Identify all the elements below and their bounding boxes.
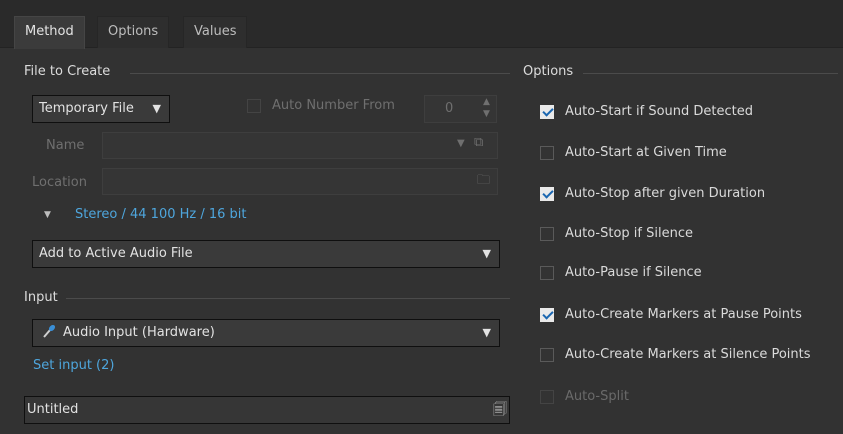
target-value: Add to Active Audio File (39, 246, 193, 261)
name-field[interactable]: ▼ ⧉ (102, 132, 498, 159)
name-dropdown-arrow-icon: ▼ (457, 138, 465, 149)
input-device-value: Audio Input (Hardware) (63, 325, 215, 340)
auto-number-checkbox[interactable] (247, 99, 261, 113)
auto-stop-silence-label: Auto-Stop if Silence (565, 226, 693, 241)
divider (130, 73, 510, 74)
name-label: Name (46, 138, 85, 153)
markers-pause-label: Auto-Create Markers at Pause Points (565, 307, 802, 322)
tab-options[interactable]: Options (97, 16, 170, 48)
auto-number-label: Auto Number From (272, 98, 395, 113)
dropdown-arrow-icon: ▼ (152, 102, 161, 115)
options-title: Options (523, 64, 574, 79)
microphone-icon (42, 320, 58, 352)
expand-arrow-icon[interactable]: ▼ (44, 210, 51, 220)
bottom-name-field[interactable]: Untitled 🗐 (24, 396, 510, 424)
dropdown-arrow-icon: ▼ (482, 326, 491, 339)
auto-start-sound-label: Auto-Start if Sound Detected (565, 104, 753, 119)
file-type-dropdown[interactable]: Temporary File ▼ (32, 95, 170, 123)
markers-silence-label: Auto-Create Markers at Silence Points (565, 347, 811, 362)
location-label: Location (32, 175, 87, 190)
tab-values[interactable]: Values (183, 16, 248, 48)
auto-start-sound-checkbox[interactable] (540, 105, 554, 119)
location-field[interactable]: 🗀 (102, 168, 498, 195)
folder-icon: 🗀 (477, 173, 491, 188)
auto-stop-silence-checkbox[interactable] (540, 227, 554, 241)
bottom-name-value: Untitled (27, 402, 79, 417)
format-link[interactable]: Stereo / 44 100 Hz / 16 bit (75, 207, 247, 222)
auto-pause-silence-checkbox[interactable] (540, 266, 554, 280)
input-device-dropdown[interactable]: Audio Input (Hardware) ▼ (32, 319, 500, 347)
set-input-link[interactable]: Set input (2) (33, 358, 114, 373)
auto-number-stepper[interactable]: 0 ▲ ▼ (424, 95, 497, 123)
document-list-icon[interactable]: 🗐 (493, 397, 507, 423)
markers-silence-checkbox[interactable] (540, 348, 554, 362)
auto-number-value: 0 (445, 101, 454, 116)
auto-split-checkbox[interactable] (540, 390, 554, 404)
auto-start-time-label: Auto-Start at Given Time (565, 145, 727, 160)
tab-method[interactable]: Method (14, 16, 85, 49)
target-dropdown[interactable]: Add to Active Audio File ▼ (32, 240, 500, 268)
auto-split-label: Auto-Split (565, 389, 629, 404)
auto-stop-duration-label: Auto-Stop after given Duration (565, 186, 766, 201)
copy-icon: ⧉ (474, 135, 484, 150)
divider (66, 298, 510, 299)
auto-pause-silence-label: Auto-Pause if Silence (565, 265, 702, 280)
file-type-value: Temporary File (39, 101, 134, 116)
file-to-create-title: File to Create (24, 64, 111, 79)
input-title: Input (24, 290, 58, 305)
auto-stop-duration-checkbox[interactable] (540, 187, 554, 201)
auto-start-time-checkbox[interactable] (540, 146, 554, 160)
dropdown-arrow-icon: ▼ (482, 247, 491, 260)
stepper-arrows-icon: ▲ ▼ (483, 97, 490, 119)
divider (583, 73, 838, 74)
markers-pause-checkbox[interactable] (540, 308, 554, 322)
